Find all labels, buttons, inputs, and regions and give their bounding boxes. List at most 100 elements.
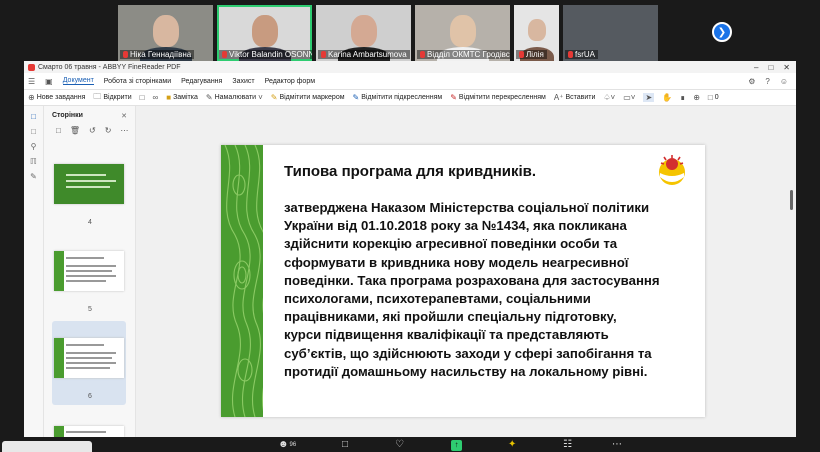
link-icon[interactable]: ∞ — [153, 93, 159, 102]
comments-count[interactable]: □ 0 — [708, 93, 719, 102]
underline-button[interactable]: ✎ Відмітити підкресленням — [353, 93, 443, 102]
chat-icon[interactable]: □ — [342, 440, 348, 450]
insert-button[interactable]: A⁺ Вставити — [554, 93, 596, 102]
participant-tile[interactable]: fsrUA — [563, 5, 658, 61]
minimized-window-tab[interactable] — [2, 441, 92, 452]
slide-line: поведінки. Така програма розрахована для… — [284, 272, 660, 288]
thumbnail-line — [66, 257, 104, 259]
rotate-left-icon[interactable]: ↺ — [89, 126, 96, 135]
participant-tile-active[interactable]: Viktor Balandin OSONNYA — [217, 5, 312, 61]
hand-icon[interactable]: ✋ — [662, 93, 672, 102]
tab-protection[interactable]: Захист — [232, 78, 254, 85]
mic-muted-icon — [321, 51, 326, 58]
slide-line: психологами, психотерапевтами, соціальни… — [284, 291, 591, 307]
rotate-right-icon[interactable]: ↻ — [105, 126, 112, 135]
window-titlebar: Смарто 06 травня - ABBYY FineReader PDF … — [24, 61, 796, 73]
app-logo-icon — [28, 63, 35, 71]
open-button[interactable]: 🗀 Відкрити — [93, 91, 131, 105]
add-page-icon[interactable]: □ — [56, 126, 61, 135]
pages-panel-toolbar: □ 🗑 ↺ ↻ ⋯ — [44, 120, 135, 135]
participant-face — [449, 15, 476, 47]
slide-line: України від 01.10.2018 року за №1434, як… — [284, 218, 627, 234]
participant-tile[interactable]: Лілія — [514, 5, 559, 61]
draw-button[interactable]: ✎ Намалювати ˅ — [206, 93, 263, 102]
thumbnail-stripe — [54, 338, 64, 378]
left-rail: □ □ ⚲ ℿ ✎ — [24, 106, 44, 437]
participant-name-tag: Karina Ambartsumova — [318, 50, 410, 59]
page-thumbnail-selected[interactable] — [54, 338, 124, 378]
highlight-button[interactable]: ✎ Відмітити маркером — [271, 93, 345, 102]
slide-body: затверджена Наказом Міністерства соціаль… — [284, 199, 696, 381]
pen-icon: ✎ — [205, 93, 213, 102]
minimize-icon[interactable]: – — [754, 63, 758, 72]
bookmarks-icon[interactable]: □ — [24, 127, 43, 136]
search-icon[interactable]: ⚲ — [24, 142, 43, 151]
document-scrollbar[interactable] — [790, 190, 793, 210]
close-icon[interactable]: ✕ — [783, 63, 790, 72]
more-icon[interactable]: ⋯ — [120, 126, 128, 135]
strikethrough-button[interactable]: ✎ Відмітити перекресленням — [450, 93, 546, 102]
participants-button[interactable]: ☻96 — [278, 440, 296, 450]
document-canvas[interactable]: Типова програма для кривдників. затвердж… — [136, 106, 796, 437]
plus-circle-icon: ⊕ — [28, 93, 35, 102]
comment-icon[interactable]: □ — [140, 93, 145, 102]
more-options-icon[interactable]: ⋯ — [612, 440, 622, 450]
ai-companion-icon[interactable]: ✦ — [508, 440, 516, 450]
save-icon[interactable]: ▣ — [45, 77, 53, 86]
participant-tile[interactable]: Відділ ОКМТС Гродівс... — [415, 5, 510, 61]
close-panel-icon[interactable]: ✕ — [121, 112, 127, 120]
stamp-icon[interactable]: ♤˅ — [603, 93, 615, 102]
folder-icon: 🗀 — [93, 91, 102, 101]
attachment-icon[interactable]: ℿ — [24, 157, 43, 166]
pages-panel: Сторінки ✕ □ 🗑 ↺ ↻ ⋯ 4 5 6 — [44, 106, 155, 437]
tab-pages[interactable]: Робота зі сторінками — [104, 78, 171, 85]
page-number: 4 — [88, 219, 92, 226]
maximize-icon[interactable]: □ — [768, 63, 773, 72]
next-participants-button[interactable]: ❯ — [712, 22, 732, 42]
tab-editing[interactable]: Редагування — [181, 78, 222, 85]
page-thumbnail[interactable] — [54, 164, 124, 204]
participant-strip: Ніка Геннадіївна Viktor Balandin OSONNYA… — [118, 5, 658, 61]
reactions-icon[interactable]: ♡ — [395, 440, 404, 450]
tab-form-editor[interactable]: Редактор форм — [265, 78, 315, 85]
thumbnail-line — [66, 367, 110, 369]
window-title: Смарто 06 травня - ABBYY FineReader PDF — [38, 63, 181, 71]
thumbnail-line — [66, 431, 106, 433]
settings-icon[interactable]: ⚙ — [748, 77, 755, 86]
green-pattern-band — [221, 145, 263, 417]
new-task-button[interactable]: ⊕ Нове завдання — [28, 93, 85, 102]
thumbnail-line — [66, 186, 110, 188]
menu-icon[interactable]: ☰ — [28, 77, 35, 86]
participant-name-tag: Viktor Balandin OSONNYA — [219, 50, 312, 59]
thumbnail-line — [66, 275, 116, 277]
text-select-icon[interactable]: ∎ — [680, 93, 685, 102]
slide-line: суб’єктів, що здійснюють заходи у сфері … — [284, 345, 652, 361]
slide-line: протидії домашньому насильству на локаль… — [284, 363, 648, 379]
select-cursor-icon[interactable]: ➤ — [643, 93, 655, 102]
thumbnail-line — [66, 174, 106, 176]
mic-muted-icon — [222, 51, 227, 58]
participant-tile[interactable]: Ніка Геннадіївна — [118, 5, 213, 61]
toolbar: ⊕ Нове завдання 🗀 Відкрити □ ∞ ■ Замітка ✎ Н… — [24, 90, 796, 106]
tab-document[interactable]: Документ — [62, 77, 94, 85]
mic-muted-icon — [568, 51, 573, 58]
help-icon[interactable]: ? — [765, 77, 769, 86]
participant-face — [251, 15, 278, 47]
account-icon[interactable]: ☺ — [780, 77, 788, 86]
mic-muted-icon — [123, 51, 128, 58]
shape-icon[interactable]: ▭˅ — [623, 93, 635, 102]
signature-icon[interactable]: ✎ — [24, 172, 43, 181]
page-thumbnail[interactable] — [54, 426, 124, 437]
page-thumbnail[interactable] — [54, 251, 124, 291]
share-screen-icon[interactable]: ↑ — [451, 440, 462, 451]
thumbnail-stripe — [54, 251, 64, 291]
insert-text-icon: A⁺ — [553, 93, 564, 102]
meeting-controls: ☻96 □ ♡ ↑ ✦ ☷ ⋯ — [0, 437, 820, 452]
delete-page-icon[interactable]: 🗑 — [70, 126, 80, 135]
thumbnail-stripe — [54, 426, 64, 437]
apps-icon[interactable]: ☷ — [563, 440, 572, 450]
pages-icon[interactable]: □ — [24, 112, 43, 121]
note-button[interactable]: ■ Замітка — [166, 93, 198, 102]
participant-tile[interactable]: Karina Ambartsumova — [316, 5, 411, 61]
zoom-icon[interactable]: ⊕ — [693, 93, 700, 102]
